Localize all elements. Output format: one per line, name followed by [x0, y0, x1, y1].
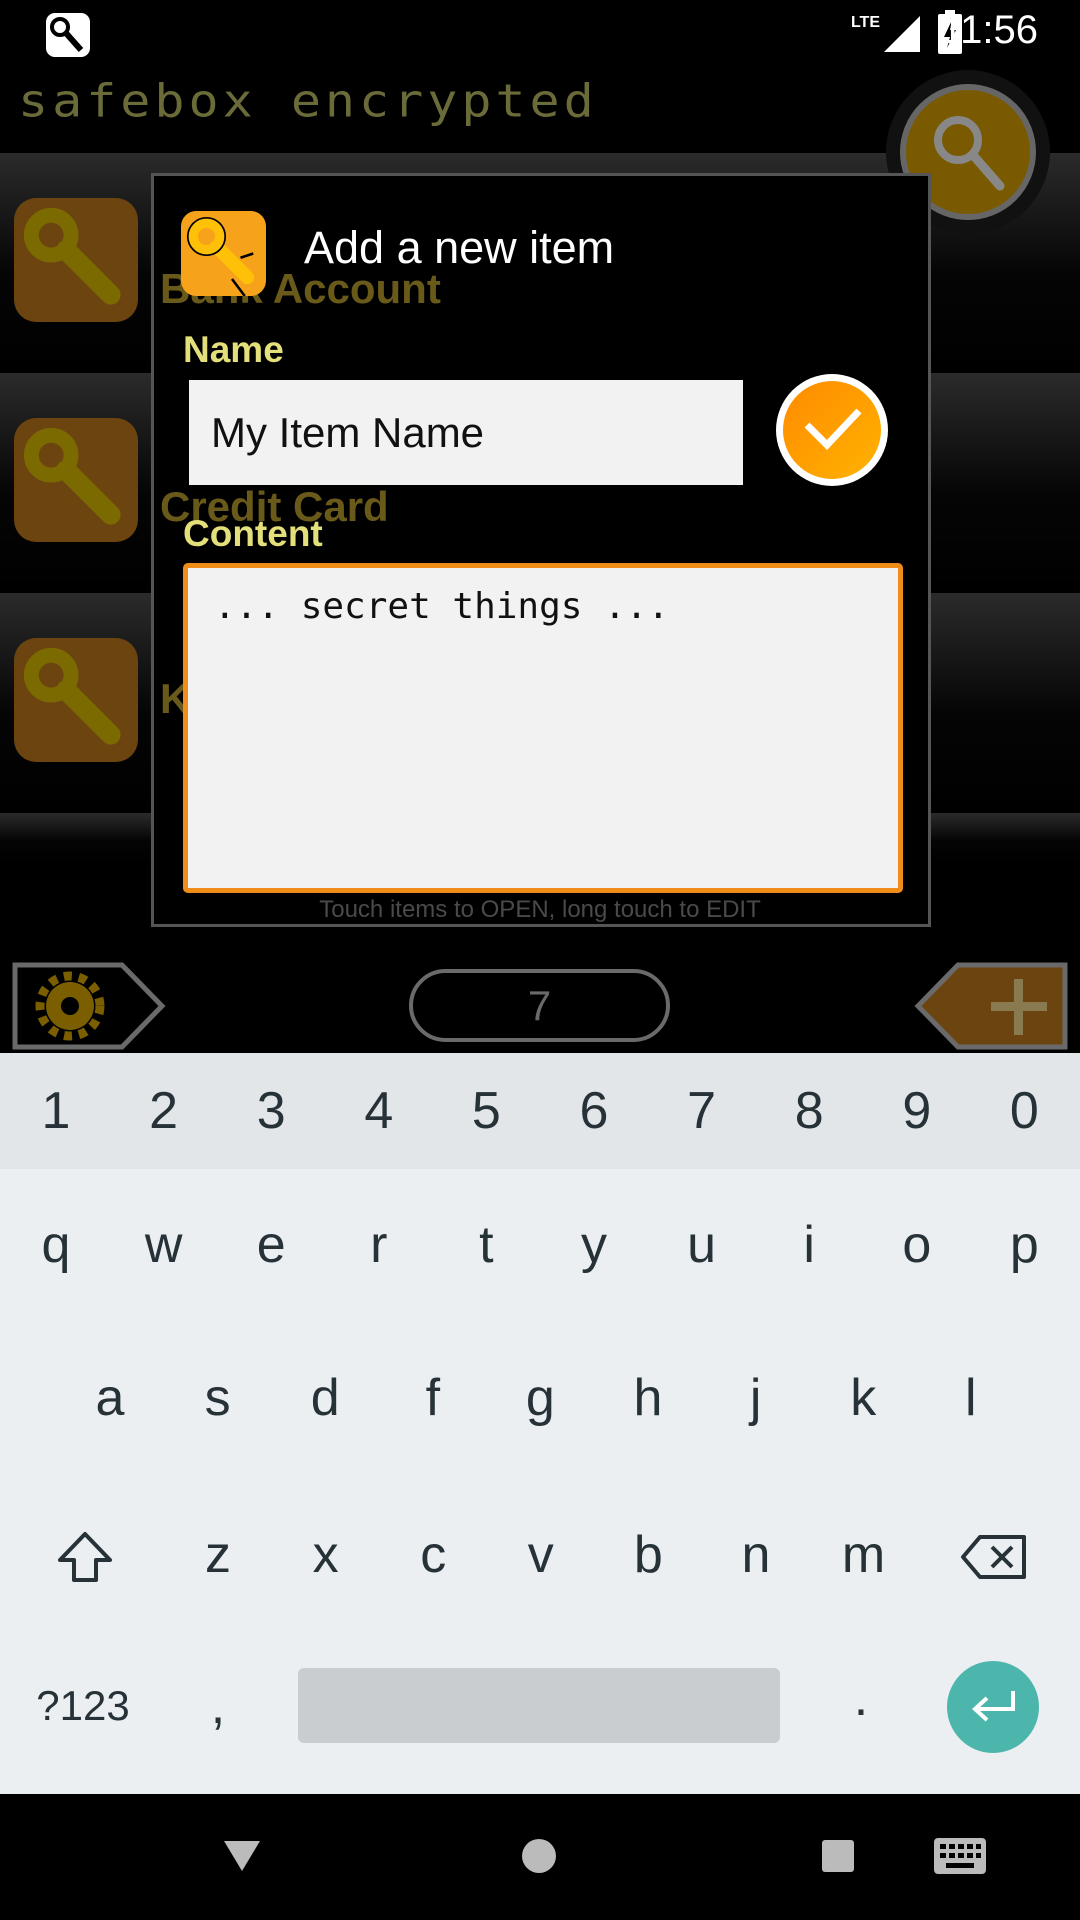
key-d[interactable]: d [271, 1368, 379, 1428]
key-x[interactable]: x [272, 1525, 380, 1585]
key-8[interactable]: 8 [755, 1081, 863, 1141]
settings-button[interactable] [12, 962, 167, 1050]
key-icon [14, 198, 138, 322]
symbols-key[interactable]: ?123 [29, 1682, 137, 1730]
key-w[interactable]: w [110, 1215, 218, 1275]
back-icon[interactable] [222, 1839, 262, 1873]
key-icon [14, 638, 138, 762]
key-0[interactable]: 0 [970, 1081, 1078, 1141]
name-input[interactable]: My Item Name [189, 380, 743, 485]
confirm-button[interactable] [776, 374, 888, 486]
network-type: LTE [850, 14, 880, 31]
key-l[interactable]: l [917, 1368, 1025, 1428]
keyboard: 1234567890 qwertyuiop asdfghjkl zxcvbnm ?12… [0, 1053, 1080, 1794]
recents-icon[interactable] [822, 1840, 854, 1872]
key-5[interactable]: 5 [432, 1081, 540, 1141]
key-icon [14, 418, 138, 542]
key-p[interactable]: p [970, 1215, 1078, 1275]
key-h[interactable]: h [594, 1368, 702, 1428]
key-4[interactable]: 4 [325, 1081, 433, 1141]
item-counter: 7 [409, 969, 670, 1042]
key-7[interactable]: 7 [648, 1081, 756, 1141]
key-k[interactable]: k [809, 1368, 917, 1428]
key-q[interactable]: q [2, 1215, 110, 1275]
enter-key[interactable] [947, 1661, 1039, 1753]
key-n[interactable]: n [702, 1525, 810, 1585]
dialog-title: Add a new item [304, 222, 615, 273]
key-o[interactable]: o [863, 1215, 971, 1275]
key-r[interactable]: r [325, 1215, 433, 1275]
key-c[interactable]: c [379, 1525, 487, 1585]
home-icon[interactable] [521, 1838, 557, 1874]
name-label: Name [183, 329, 284, 370]
status-time: 11:56 [940, 8, 1038, 52]
key-t[interactable]: t [432, 1215, 540, 1275]
confirm-button-face [783, 381, 881, 479]
lte-signal-icon [884, 16, 920, 52]
key-a[interactable]: a [56, 1368, 164, 1428]
key-2[interactable]: 2 [110, 1081, 218, 1141]
key-icon [181, 211, 266, 296]
enter-icon [972, 1691, 1015, 1722]
navigation-bar [0, 1794, 1080, 1920]
key-9[interactable]: 9 [863, 1081, 971, 1141]
hint-text: Touch items to OPEN, long touch to EDIT [319, 896, 761, 923]
app-title: safebox encrypted [18, 74, 598, 128]
comma-key[interactable]: , [164, 1676, 272, 1736]
shift-icon[interactable] [56, 1530, 114, 1584]
key-v[interactable]: v [487, 1525, 595, 1585]
key-s[interactable]: s [164, 1368, 272, 1428]
add-item-button[interactable] [913, 962, 1068, 1050]
key-j[interactable]: j [702, 1368, 810, 1428]
key-i[interactable]: i [755, 1215, 863, 1275]
status-bar: LTE 11:56 [0, 0, 1080, 70]
keyboard-switch-icon[interactable] [934, 1838, 986, 1874]
key-y[interactable]: y [540, 1215, 648, 1275]
key-m[interactable]: m [810, 1525, 918, 1585]
search-icon [934, 116, 1005, 191]
key-1[interactable]: 1 [2, 1081, 110, 1141]
key-e[interactable]: e [217, 1215, 325, 1275]
content-textarea[interactable]: ... secret things ... [183, 563, 903, 893]
content-label: Content [183, 513, 323, 554]
key-b[interactable]: b [594, 1525, 702, 1585]
app-notification-icon [46, 13, 90, 57]
checkmark-icon [804, 408, 862, 451]
key-f[interactable]: f [379, 1368, 487, 1428]
backspace-icon[interactable] [960, 1533, 1028, 1581]
key-g[interactable]: g [486, 1368, 594, 1428]
key-6[interactable]: 6 [540, 1081, 648, 1141]
period-key[interactable]: . [807, 1668, 915, 1728]
key-u[interactable]: u [648, 1215, 756, 1275]
space-key[interactable] [298, 1668, 780, 1743]
key-z[interactable]: z [164, 1525, 272, 1585]
key-3[interactable]: 3 [217, 1081, 325, 1141]
